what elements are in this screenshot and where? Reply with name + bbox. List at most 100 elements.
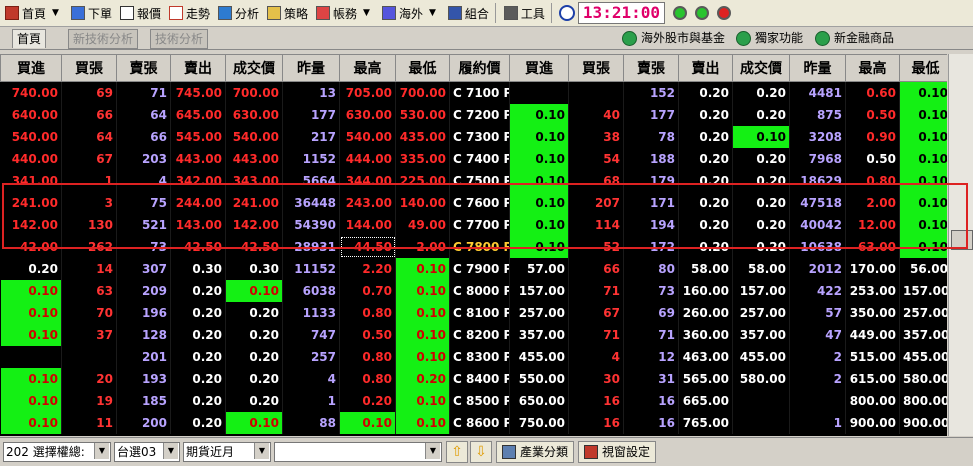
trend-button[interactable]: 走勢 (166, 2, 213, 24)
quote-cell[interactable]: 0.10 (225, 280, 283, 302)
quote-cell[interactable]: 42.50 (225, 236, 283, 258)
quote-cell[interactable]: 179 (623, 170, 679, 192)
quote-cell[interactable]: 443.00 (170, 148, 226, 170)
quote-cell[interactable]: 18629 (789, 170, 846, 192)
quote-cell[interactable]: 42.50 (170, 236, 226, 258)
blank-select[interactable] (274, 442, 442, 462)
quote-cell[interactable]: 63 (61, 280, 117, 302)
quote-cell[interactable]: 0.20 (678, 192, 733, 214)
quote-cell[interactable]: 157.00 (899, 280, 947, 302)
quote-cell[interactable]: 0.70 (339, 280, 396, 302)
quote-cell[interactable]: 0.10 (395, 280, 450, 302)
quote-cell[interactable]: 0.10 (339, 412, 396, 434)
quote-cell[interactable]: 307 (116, 258, 171, 280)
quote-cell[interactable]: 142.00 (225, 214, 283, 236)
quote-cell[interactable]: 350.00 (845, 302, 900, 324)
quote-cell[interactable]: 16 (568, 412, 624, 434)
strike-price-cell[interactable]: C 8600 P (449, 412, 510, 434)
quote-cell[interactable]: 241.00 (225, 192, 283, 214)
quote-cell[interactable]: 11152 (282, 258, 340, 280)
quote-cell[interactable]: 3 (61, 192, 117, 214)
quote-cell[interactable]: 172 (623, 236, 679, 258)
chevron-down-icon[interactable]: ▼ (52, 8, 59, 18)
quote-cell[interactable]: 0.10 (395, 324, 450, 346)
quote-cell[interactable]: 71 (568, 280, 624, 302)
strike-price-cell[interactable]: C 8100 P (449, 302, 510, 324)
quote-cell[interactable]: 357.00 (509, 324, 569, 346)
quote-cell[interactable]: 73 (623, 280, 679, 302)
quote-cell[interactable]: 200 (116, 412, 171, 434)
quote-cell[interactable]: 44.50 (339, 236, 396, 258)
quote-cell[interactable]: 0.20 (225, 390, 283, 412)
quote-cell[interactable]: 0.20 (732, 192, 790, 214)
quote-cell[interactable]: 40042 (789, 214, 846, 236)
quote-cell[interactable]: 0.20 (170, 412, 226, 434)
quote-cell[interactable]: 1 (282, 390, 340, 412)
quote-cell[interactable]: 75 (116, 192, 171, 214)
column-header[interactable]: 賣出 (170, 54, 226, 82)
quote-cell[interactable]: 0.10 (899, 170, 947, 192)
quote-cell[interactable]: 57 (789, 302, 846, 324)
quote-cell[interactable]: 540.00 (225, 126, 283, 148)
vertical-scrollbar[interactable] (948, 54, 973, 436)
quote-cell[interactable]: 0.10 (899, 126, 947, 148)
quote-cell[interactable]: 0.10 (225, 412, 283, 434)
quote-cell[interactable]: 443.00 (225, 148, 283, 170)
quote-cell[interactable]: 16 (568, 390, 624, 412)
quote-cell[interactable]: 203 (116, 148, 171, 170)
quote-cell[interactable]: 209 (116, 280, 171, 302)
quote-cell[interactable]: 463.00 (678, 346, 733, 368)
table-row[interactable]: 0.10 11 200 0.20 0.10 88 0.10 0.10 C 8600 P 750.0… (0, 412, 947, 434)
quote-cell[interactable]: 68 (568, 170, 624, 192)
quote-cell[interactable]: 157.00 (732, 280, 790, 302)
quote-cell[interactable]: 37 (61, 324, 117, 346)
quote-cell[interactable]: 0.10 (395, 302, 450, 324)
quote-cell[interactable]: 0.10 (395, 258, 450, 280)
column-header[interactable]: 最高 (845, 54, 900, 82)
combo-button[interactable]: 組合 (445, 2, 492, 24)
quote-cell[interactable]: 0.20 (170, 368, 226, 390)
quote-cell[interactable]: 5664 (282, 170, 340, 192)
quote-cell[interactable]: 1 (61, 170, 117, 192)
quote-cell[interactable]: 342.00 (170, 170, 226, 192)
quote-cell[interactable]: 435.00 (395, 126, 450, 148)
quote-cell[interactable]: 140.00 (395, 192, 450, 214)
analysis-button[interactable]: 分析 (215, 2, 262, 24)
quote-cell[interactable]: 545.00 (170, 126, 226, 148)
column-header[interactable]: 昨量 (282, 54, 340, 82)
quote-cell[interactable]: 360.00 (678, 324, 733, 346)
arrow-down-icon[interactable]: ⇩ (470, 441, 492, 463)
strategy-button[interactable]: 策略 (264, 2, 311, 24)
quote-cell[interactable]: 152 (623, 81, 679, 104)
quote-cell[interactable]: 0.80 (339, 346, 396, 368)
quote-cell[interactable]: 42.00 (0, 236, 62, 258)
quote-cell[interactable]: 257.00 (509, 302, 569, 324)
column-header[interactable]: 成交價 (732, 54, 790, 82)
chevron-down-icon[interactable]: ▼ (429, 8, 436, 18)
tool-button[interactable]: 工具 (501, 2, 548, 24)
quote-cell[interactable]: 70 (61, 302, 117, 324)
quote-cell[interactable]: 0.60 (845, 81, 900, 104)
quote-cell[interactable]: 0.10 (509, 192, 569, 214)
quote-cell[interactable]: 0.20 (732, 236, 790, 258)
quote-cell[interactable]: 88 (282, 412, 340, 434)
quote-cell[interactable]: 185 (116, 390, 171, 412)
quote-cell[interactable]: 0.10 (899, 81, 947, 104)
column-header[interactable]: 買進 (509, 54, 569, 82)
quote-cell[interactable]: 440.00 (0, 148, 62, 170)
quote-cell[interactable]: 0.20 (732, 170, 790, 192)
quote-cell[interactable]: 71 (568, 324, 624, 346)
tab-new-tech-analysis[interactable]: 新技術分析 (68, 29, 139, 49)
quote-cell[interactable]: 10638 (789, 236, 846, 258)
column-header[interactable]: 履約價 (449, 54, 510, 82)
quote-cell[interactable]: 0.10 (0, 324, 62, 346)
quote-cell[interactable]: 69 (61, 81, 117, 104)
quote-cell[interactable]: 19 (61, 390, 117, 412)
strike-price-cell[interactable]: C 7700 P (449, 214, 510, 236)
quote-cell[interactable]: 16 (623, 390, 679, 412)
quote-cell[interactable]: 0.10 (0, 412, 62, 434)
quote-cell[interactable]: 171 (623, 192, 679, 214)
quote-cell[interactable]: 0.20 (225, 346, 283, 368)
table-row[interactable]: 0.10 37 128 0.20 0.20 747 0.50 0.10 C 8200 P 357.… (0, 324, 947, 346)
table-row[interactable]: 241.00 3 75 244.00 241.00 36448 243.00 140.00 C … (0, 192, 947, 214)
